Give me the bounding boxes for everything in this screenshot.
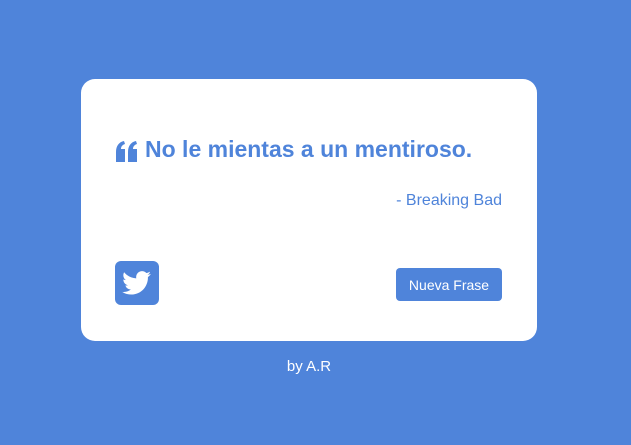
twitter-icon <box>122 271 151 295</box>
quote-author: - Breaking Bad <box>396 192 502 209</box>
footer-credit: by A.R <box>286 358 332 375</box>
new-quote-button[interactable]: Nueva Frase <box>396 268 502 301</box>
quote-text: No le mientas a un mentiroso. <box>145 136 473 162</box>
tweet-button[interactable] <box>115 261 159 305</box>
quote-card: No le mientas a un mentiroso. - Breaking… <box>81 79 537 341</box>
quote-left-icon <box>116 141 137 162</box>
quote-row: No le mientas a un mentiroso. <box>115 136 503 167</box>
